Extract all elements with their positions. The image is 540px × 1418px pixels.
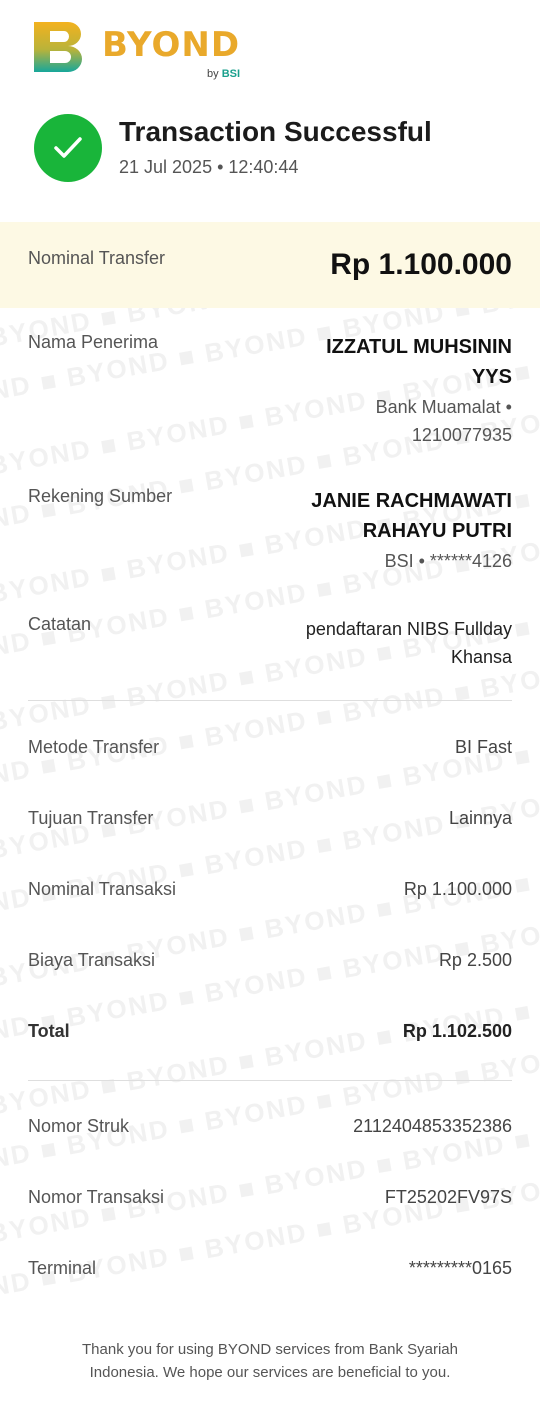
footer-line2: Indonesia. We hope our services are bene… — [89, 1364, 451, 1381]
note-line2: Khansa — [450, 647, 512, 667]
reference-label: Nomor Struk — [28, 1116, 130, 1136]
recipient-label: Nama Penerima — [28, 332, 159, 352]
byond-watermark: ■ BYOND ■ BYOND ■ BYOND ■ BYOND ■ BYOND … — [0, 308, 540, 1304]
reference-row: Nomor Struk 2112404853352386 — [28, 1116, 512, 1137]
brand-by-bsi: BSI — [221, 68, 241, 80]
detail-label: Metode Transfer — [28, 737, 160, 757]
detail-row: Metode Transfer BI Fast — [28, 737, 512, 758]
detail-row: Biaya Transaksi Rp 2.500 — [28, 950, 512, 971]
status-datetime: 21 Jul 2025 • 12:40:44 — [119, 156, 299, 177]
nominal-transfer-label: Nominal Transfer — [28, 248, 166, 268]
note-label: Catatan — [28, 614, 92, 634]
detail-label: Biaya Transaksi — [28, 950, 156, 970]
reference-label: Nomor Transaksi — [28, 1187, 165, 1207]
success-badge — [34, 114, 102, 182]
reference-value: 2112404853352386 — [353, 1116, 512, 1136]
detail-value: Rp 1.100.000 — [403, 879, 512, 899]
recipient-bank-line2: 1210077935 — [411, 425, 512, 445]
source-account-row: Rekening Sumber JANIE RACHMAWATI RAHAYU … — [28, 486, 512, 574]
success-header: Transaction Successful 21 Jul 2025 • 12:… — [34, 114, 432, 182]
total-value: Rp 1.102.500 — [402, 1021, 512, 1041]
total-label: Total — [28, 1021, 70, 1041]
watermark-row: ■ BYOND ■ BYOND ■ BYOND ■ BYOND ■ BYOND … — [0, 647, 540, 869]
reference-value: FT25202FV97S — [384, 1187, 512, 1207]
reference-value: *********0165 — [408, 1258, 512, 1278]
source-name-line2: RAHAYU PUTRI — [362, 520, 512, 542]
source-account-number: BSI • ******4126 — [384, 551, 512, 571]
total-row: Total Rp 1.102.500 — [28, 1021, 512, 1042]
detail-label: Tujuan Transfer — [28, 808, 154, 828]
brand-byline: by BSI — [207, 68, 240, 80]
divider — [28, 1080, 512, 1081]
reference-row: Nomor Transaksi FT25202FV97S — [28, 1187, 512, 1208]
watermark-row: ■ BYOND ■ BYOND ■ BYOND ■ BYOND ■ BYOND … — [0, 903, 540, 1125]
detail-row: Nominal Transaksi Rp 1.100.000 — [28, 879, 512, 900]
nominal-transfer-value: Rp 1.100.000 — [330, 248, 512, 281]
brand-name: BYOND — [102, 25, 241, 65]
detail-label: Nominal Transaksi — [28, 879, 177, 899]
byond-b-logo-icon — [34, 22, 82, 72]
status-title: Transaction Successful — [119, 115, 432, 147]
note-line1: pendaftaran NIBS Fullday — [305, 619, 512, 639]
brand-by-prefix: by — [207, 68, 219, 80]
byond-logo: BYOND by BSI — [34, 22, 241, 80]
recipient-bank-line1: Bank Muamalat • — [375, 397, 512, 417]
detail-value: Lainnya — [448, 808, 512, 828]
recipient-row: Nama Penerima IZZATUL MUHSININ YYS Bank … — [28, 332, 512, 448]
nominal-transfer-band: Nominal Transfer Rp 1.100.000 — [0, 222, 540, 308]
note-row: Catatan pendaftaran NIBS Fullday Khansa — [28, 614, 512, 670]
reference-row: Terminal *********0165 — [28, 1258, 512, 1279]
watermark-row: ■ BYOND ■ BYOND ■ BYOND ■ BYOND ■ BYOND … — [0, 1031, 540, 1253]
detail-value: Rp 2.500 — [438, 950, 512, 970]
detail-value: BI Fast — [454, 737, 512, 757]
watermark-row: ■ BYOND ■ BYOND ■ BYOND ■ BYOND ■ BYOND … — [0, 967, 540, 1189]
footer-line1: Thank you for using BYOND services from … — [82, 1341, 458, 1358]
detail-row: Tujuan Transfer Lainnya — [28, 808, 512, 829]
divider — [28, 700, 512, 701]
source-account-label: Rekening Sumber — [28, 486, 173, 506]
footer-message: Thank you for using BYOND services from … — [40, 1338, 500, 1384]
recipient-name-line2: YYS — [471, 366, 512, 388]
check-icon — [54, 137, 82, 158]
reference-label: Terminal — [28, 1258, 97, 1278]
recipient-name-line1: IZZATUL MUHSININ — [326, 336, 512, 358]
source-name-line1: JANIE RACHMAWATI — [311, 490, 512, 512]
transaction-details: ■ BYOND ■ BYOND ■ BYOND ■ BYOND ■ BYOND … — [0, 308, 540, 1304]
